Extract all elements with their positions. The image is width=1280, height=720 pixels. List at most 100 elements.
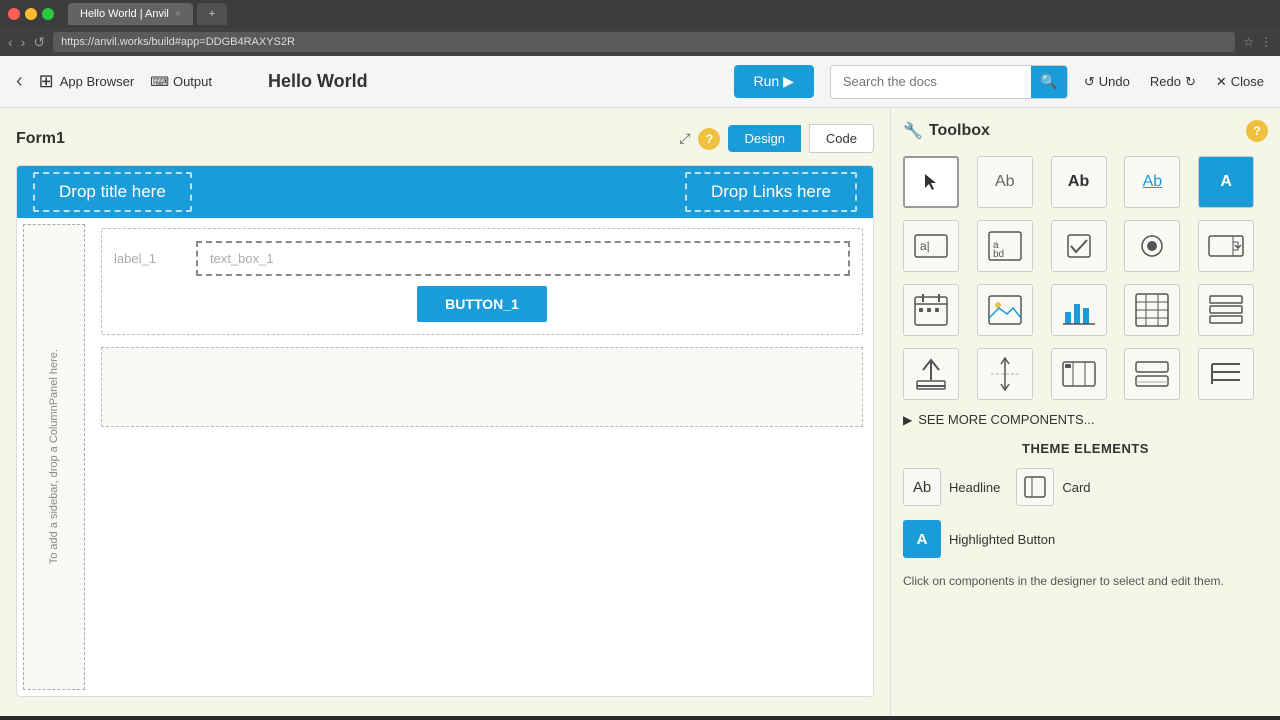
new-tab-btn[interactable]: + — [197, 3, 227, 25]
toolbox-header: 🔧 Toolbox ? — [903, 120, 1268, 142]
expand-dot[interactable] — [42, 8, 54, 20]
minimize-dot[interactable] — [25, 8, 37, 20]
tool-data-grid[interactable] — [1124, 284, 1180, 336]
toolbox-title: 🔧 Toolbox — [903, 121, 990, 141]
textbox-1[interactable]: text_box_1 — [196, 241, 850, 276]
designer-help-icon[interactable]: ? — [698, 128, 720, 150]
image-tool-icon — [987, 292, 1023, 328]
undo-button[interactable]: ↺ Undo — [1084, 74, 1130, 90]
drop-column-zone[interactable] — [101, 347, 863, 427]
settings-icon[interactable]: ⋮ — [1260, 35, 1272, 49]
headline-icon: Ab — [903, 468, 941, 506]
tool-grid-row2: a| a bd — [903, 220, 1268, 272]
button-tool-icon: A — [1220, 173, 1232, 191]
button-1[interactable]: BUTTON_1 — [417, 286, 547, 322]
redo-label: Redo — [1150, 74, 1181, 89]
tool-file-loader[interactable] — [903, 348, 959, 400]
toolbox-title-text: Toolbox — [929, 122, 990, 140]
tool-textbox[interactable]: a| — [903, 220, 959, 272]
tool-pointer[interactable] — [903, 156, 959, 208]
close-label: Close — [1231, 74, 1264, 89]
see-more-components[interactable]: ▶ SEE MORE COMPONENTS... — [903, 412, 1268, 427]
browser-actions: ☆ ⋮ — [1243, 35, 1272, 49]
tool-checkbox[interactable] — [1051, 220, 1107, 272]
highlighted-button-icon-text: A — [917, 531, 928, 548]
expand-icon[interactable]: ⤢ — [679, 130, 690, 147]
form-panel: label_1 text_box_1 BUTTON_1 — [101, 228, 863, 335]
toolbox-help-icon[interactable]: ? — [1246, 120, 1268, 142]
card-icon — [1016, 468, 1054, 506]
tool-label[interactable]: Ab — [977, 156, 1033, 208]
drop-links-area[interactable]: Drop Links here — [685, 172, 857, 212]
tool-chart[interactable] — [1051, 284, 1107, 336]
tool-textarea[interactable]: a bd — [977, 220, 1033, 272]
column-panel-tool-icon — [1061, 356, 1097, 392]
address-input[interactable] — [53, 32, 1235, 52]
theme-highlighted-button[interactable]: A Highlighted Button — [903, 520, 1055, 558]
theme-items-row2: A Highlighted Button — [903, 520, 1268, 558]
search-submit-button[interactable]: 🔍 — [1031, 65, 1067, 99]
headline-label: Headline — [949, 480, 1000, 495]
tool-underline-link[interactable]: Ab — [1124, 156, 1180, 208]
svg-text:bd: bd — [993, 249, 1004, 260]
address-bar: ‹ › ↺ ☆ ⋮ — [0, 28, 1280, 56]
drop-title-area[interactable]: Drop title here — [33, 172, 192, 212]
back-nav-btn[interactable]: ‹ — [8, 34, 13, 50]
close-button[interactable]: ✕ Close — [1216, 74, 1264, 90]
redo-button[interactable]: Redo ↻ — [1150, 74, 1196, 90]
tool-datepicker[interactable] — [903, 284, 959, 336]
app-header: ‹ ⊞ App Browser ⌨ Output Hello World Run… — [0, 56, 1280, 108]
theme-elements-title: THEME ELEMENTS — [903, 441, 1268, 456]
tool-spacer[interactable] — [977, 348, 1033, 400]
tool-flow-panel[interactable] — [1124, 348, 1180, 400]
drop-links-text: Drop Links here — [711, 182, 831, 201]
canvas-main: label_1 text_box_1 BUTTON_1 — [91, 218, 873, 696]
refresh-btn[interactable]: ↺ — [33, 34, 45, 51]
tool-list-panel[interactable] — [1198, 348, 1254, 400]
repeating-panel-tool-icon — [1208, 292, 1244, 328]
search-bar: 🔍 — [830, 65, 1068, 99]
theme-card[interactable]: Card — [1016, 468, 1090, 506]
header-actions: ↺ Undo Redo ↻ ✕ Close — [1084, 74, 1264, 90]
highlighted-button-label: Highlighted Button — [949, 532, 1055, 547]
textarea-tool-icon: a bd — [986, 227, 1024, 265]
output-label: Output — [173, 74, 212, 89]
tab-hello-world[interactable]: Hello World | Anvil × — [68, 3, 193, 25]
tab-close-icon[interactable]: × — [175, 9, 181, 20]
sidebar-drop-zone[interactable]: To add a sidebar, drop a ColumnPanel her… — [23, 224, 85, 690]
forward-nav-btn[interactable]: › — [21, 34, 26, 50]
app-browser-button[interactable]: ⊞ App Browser — [39, 71, 135, 92]
tab-code-button[interactable]: Code — [809, 124, 874, 153]
run-button[interactable]: Run ▶ — [734, 65, 814, 98]
tool-dropdown[interactable] — [1198, 220, 1254, 272]
browser-chrome: Hello World | Anvil × + — [0, 0, 1280, 28]
toolbox-panel: 🔧 Toolbox ? Ab Ab Ab A — [890, 108, 1280, 716]
output-button[interactable]: ⌨ Output — [150, 74, 212, 90]
underline-tool-icon: Ab — [1143, 173, 1163, 191]
theme-headline[interactable]: Ab Headline — [903, 468, 1000, 506]
wrench-icon: 🔧 — [903, 121, 923, 141]
close-dot[interactable] — [8, 8, 20, 20]
bookmark-icon[interactable]: ☆ — [1243, 35, 1254, 49]
tab-label: Hello World | Anvil — [80, 8, 169, 20]
canvas-navbar: Drop title here Drop Links here — [17, 166, 873, 218]
card-label: Card — [1062, 480, 1090, 495]
tool-repeating-panel[interactable] — [1198, 284, 1254, 336]
dropdown-tool-icon — [1207, 232, 1245, 260]
back-button[interactable]: ‹ — [16, 70, 23, 93]
tab-design-button[interactable]: Design — [728, 125, 800, 152]
close-icon: ✕ — [1216, 74, 1227, 90]
tool-image[interactable] — [977, 284, 1033, 336]
tool-column-panel[interactable] — [1051, 348, 1107, 400]
tool-link[interactable]: Ab — [1051, 156, 1107, 208]
designer-header: Form1 ⤢ ? Design Code — [16, 124, 874, 153]
tool-radio[interactable] — [1124, 220, 1180, 272]
undo-label: Undo — [1099, 74, 1130, 89]
svg-text:a|: a| — [920, 239, 930, 253]
drop-title-text: Drop title here — [59, 182, 166, 201]
tab-bar: Hello World | Anvil × + — [68, 3, 227, 25]
tool-button[interactable]: A — [1198, 156, 1254, 208]
label-1[interactable]: label_1 — [114, 251, 184, 266]
see-more-label: SEE MORE COMPONENTS... — [918, 412, 1094, 427]
search-input[interactable] — [831, 74, 1031, 89]
